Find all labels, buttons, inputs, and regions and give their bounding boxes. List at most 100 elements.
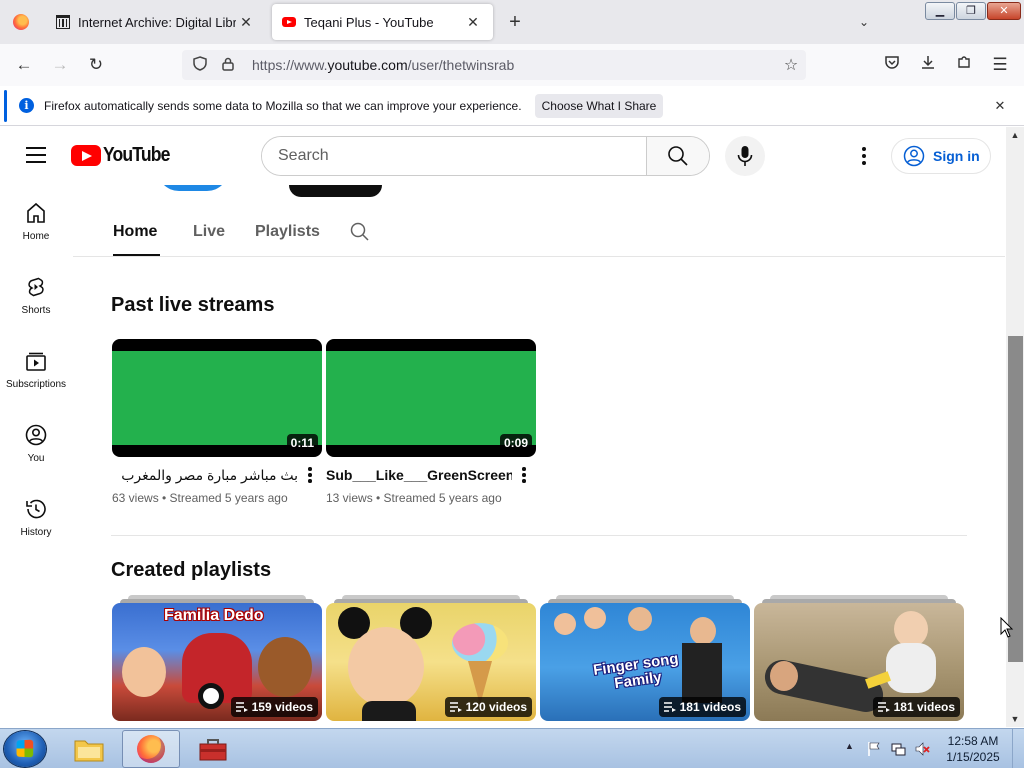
scroll-down-arrow-icon[interactable]: ▼ — [1006, 711, 1024, 727]
list-all-tabs-chevron-icon[interactable]: ⌄ — [852, 10, 876, 34]
youtube-masthead: YouTube Sign in — [0, 127, 1006, 185]
guide-item-home[interactable]: Home — [0, 185, 72, 259]
firefox-icon — [13, 14, 29, 30]
adult-face-art — [690, 617, 716, 645]
window-restore-button[interactable]: ❐ — [956, 2, 986, 20]
reload-icon[interactable]: ↻ — [82, 52, 110, 78]
video-meta: 13 views • Streamed 5 years ago — [326, 491, 502, 505]
playlist-thumbnail[interactable]: Finger song Family 181 videos — [540, 603, 750, 721]
playlist-thumbnail[interactable]: Familia Dedo 159 videos — [112, 603, 322, 721]
tab-home[interactable]: Home — [113, 223, 160, 256]
scroll-up-arrow-icon[interactable]: ▲ — [1006, 127, 1024, 143]
playlist-art-text: Familia Dedo — [164, 607, 264, 624]
subscriptions-icon — [24, 349, 48, 373]
video-thumbnail[interactable]: 0:11 — [112, 339, 322, 457]
playlist-thumbnail[interactable]: 120 videos — [326, 603, 536, 721]
search-icon — [668, 146, 688, 166]
pocket-icon[interactable] — [878, 52, 906, 78]
section-divider — [111, 535, 967, 536]
youtube-favicon-icon — [282, 15, 296, 29]
tray-show-hidden-icon[interactable]: ▲ — [845, 741, 854, 751]
youtube-wordmark: YouTube — [103, 144, 170, 166]
video-card[interactable]: 0:11 بث مباشر مبارة مصر والمغرب 63 views… — [112, 339, 322, 505]
app-menu-hamburger-icon[interactable]: ☰ — [986, 52, 1014, 78]
section-title-past-live: Past live streams — [111, 294, 275, 316]
video-more-icon[interactable] — [302, 465, 318, 485]
playlist-card[interactable]: Familia Dedo 159 videos — [112, 595, 322, 727]
panda-art — [198, 683, 224, 709]
show-desktop-button[interactable] — [1012, 729, 1024, 768]
section-title-created-playlists: Created playlists — [111, 559, 272, 581]
tab-playlists[interactable]: Playlists — [255, 223, 320, 256]
playlist-card[interactable]: 181 videos — [754, 595, 964, 727]
tab-live[interactable]: Live — [193, 223, 225, 256]
playlist-count-text: 120 videos — [465, 700, 527, 714]
guide-item-subscriptions[interactable]: Subscriptions — [0, 333, 72, 407]
playlist-icon — [235, 702, 248, 712]
guide-item-you[interactable]: You — [0, 407, 72, 481]
guide-menu-icon[interactable] — [26, 147, 46, 163]
notification-close-icon[interactable]: ✕ — [990, 96, 1010, 116]
bookmark-star-icon[interactable]: ☆ — [776, 55, 806, 75]
video-more-icon[interactable] — [516, 465, 532, 485]
search-button[interactable] — [646, 137, 709, 175]
sign-in-button[interactable]: Sign in — [891, 138, 991, 174]
tab-close-icon[interactable]: ✕ — [463, 14, 483, 31]
playlist-thumbnail[interactable]: 181 videos — [754, 603, 964, 721]
history-icon — [24, 497, 48, 521]
tab-close-icon[interactable]: ✕ — [236, 14, 256, 31]
search-input[interactable] — [262, 137, 646, 175]
scrollbar-thumb[interactable] — [1008, 336, 1023, 662]
system-clock[interactable]: 12:58 AM 1/15/2025 — [940, 733, 1006, 765]
windows-taskbar: ▲ 12:58 AM 1/15/2025 — [0, 728, 1024, 768]
url-bar[interactable]: https://www.youtube.com/user/thetwinsrab… — [182, 50, 806, 80]
action-center-flag-icon[interactable] — [866, 741, 882, 757]
adult-body-art — [682, 643, 722, 703]
taskbar-firefox[interactable] — [122, 730, 180, 768]
window-close-button[interactable]: ✕ — [987, 2, 1021, 20]
downloads-icon[interactable] — [914, 52, 942, 78]
tracking-shield-icon[interactable] — [190, 56, 210, 74]
guide-item-shorts[interactable]: Shorts — [0, 259, 72, 333]
guide-item-history[interactable]: History — [0, 481, 72, 555]
child-face-art — [554, 613, 576, 635]
settings-more-icon[interactable] — [852, 144, 876, 168]
new-tab-button[interactable]: + — [502, 8, 528, 36]
url-text[interactable]: https://www.youtube.com/user/thetwinsrab — [252, 57, 776, 73]
folder-icon — [74, 740, 104, 762]
video-title[interactable]: Sub___Like___GreenScreen.mp4 — [326, 465, 512, 485]
shirt-art — [362, 701, 416, 721]
video-card[interactable]: 0:09 Sub___Like___GreenScreen.mp4 13 vie… — [326, 339, 536, 505]
taskbar-toolbox-app[interactable] — [184, 730, 242, 768]
browser-tab-internet-archive[interactable]: Internet Archive: Digital Library ✕ — [46, 4, 266, 40]
padlock-icon[interactable] — [218, 57, 238, 74]
extensions-puzzle-icon[interactable] — [950, 52, 978, 78]
network-icon[interactable] — [890, 741, 906, 757]
channel-search-icon[interactable] — [350, 222, 370, 247]
forward-arrow-icon[interactable]: → — [46, 52, 74, 78]
firefox-view-button[interactable] — [0, 0, 42, 44]
back-arrow-icon[interactable]: ← — [10, 52, 38, 78]
youtube-logo[interactable]: YouTube — [71, 144, 179, 167]
taskbar-file-explorer[interactable] — [60, 730, 118, 768]
choose-what-i-share-button[interactable]: Choose What I Share — [535, 94, 663, 118]
playlist-art-text: Finger song Family — [592, 650, 680, 693]
playlist-count-text: 181 videos — [679, 700, 741, 714]
browser-tab-youtube[interactable]: Teqani Plus - YouTube ✕ — [272, 4, 493, 40]
child-face-art — [348, 627, 424, 707]
video-title[interactable]: بث مباشر مبارة مصر والمغرب — [112, 465, 298, 485]
playlist-icon — [877, 702, 890, 712]
playlist-card[interactable]: Finger song Family 181 videos — [540, 595, 750, 727]
firefox-icon — [137, 735, 165, 763]
start-button[interactable] — [4, 731, 46, 767]
playlist-card[interactable]: 120 videos — [326, 595, 536, 727]
playlist-video-count: 120 videos — [444, 697, 532, 717]
video-thumbnail[interactable]: 0:09 — [326, 339, 536, 457]
ice-cream-art — [452, 623, 508, 663]
voice-search-button[interactable] — [725, 136, 765, 176]
guide-label: Subscriptions — [5, 379, 67, 390]
guide-label: Home — [22, 231, 50, 242]
tab-title: Internet Archive: Digital Library — [78, 14, 236, 30]
window-minimize-button[interactable]: ▁ — [925, 2, 955, 20]
volume-muted-icon[interactable] — [914, 741, 930, 757]
